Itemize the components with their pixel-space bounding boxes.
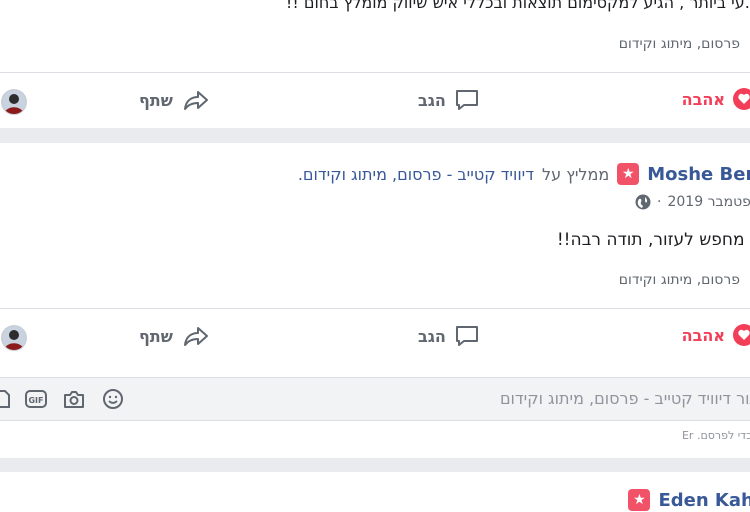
post-body-text: ...עי ביותר , הגיע למקסימום תוצאות ובכלל…	[285, 0, 750, 12]
post-date[interactable]: ספטמבר 2019	[667, 194, 750, 210]
svg-text:GIF: GIF	[28, 396, 43, 405]
post-header: Moshe Berc ★ ממליץ על דיוויד קטייב - פרס…	[298, 163, 750, 185]
comment-icon	[455, 326, 478, 346]
camera-icon[interactable]	[63, 388, 85, 410]
globe-icon	[635, 194, 651, 210]
comment-button[interactable]: הגב	[418, 88, 480, 112]
recommends-text: ממליץ על	[542, 164, 610, 184]
love-button[interactable]: אהבה	[682, 88, 750, 110]
sticker-icon[interactable]	[0, 388, 12, 410]
page-name-link[interactable]: דיוויד קטייב - פרסום, מיתוג וקידום.	[298, 165, 534, 184]
recommend-star-icon: ★	[617, 163, 640, 185]
love-button[interactable]: אהבה	[682, 324, 750, 346]
love-label: אהבה	[681, 325, 725, 345]
composer-hint: כדי לפרסם. Er	[681, 429, 750, 442]
love-label: אהבה	[681, 89, 725, 109]
avatar[interactable]	[1, 325, 27, 351]
post-body-text: ק מחפש לעזור, תודה רבה!!	[556, 230, 750, 250]
post-page-tag[interactable]: פרסום, מיתוג וקידום	[619, 272, 740, 288]
share-label: שתף	[139, 326, 173, 346]
emoji-icon[interactable]	[102, 388, 124, 410]
gif-icon[interactable]: GIF	[25, 388, 47, 410]
share-button[interactable]: שתף	[139, 88, 209, 112]
share-button[interactable]: שתף	[139, 324, 209, 348]
post-meta: ספטמבר 2019 ·	[635, 194, 750, 210]
meta-separator: ·	[657, 194, 662, 210]
post-divider	[0, 308, 750, 309]
post-divider	[0, 72, 750, 73]
share-icon	[183, 91, 208, 110]
author-name[interactable]: Eden Kahi	[658, 490, 750, 511]
share-label: שתף	[139, 90, 173, 110]
post-card-2: Moshe Berc ★ ממליץ על דיוויד קטייב - פרס…	[0, 143, 750, 458]
post-page-tag[interactable]: פרסום, מיתוג וקידום	[619, 36, 740, 52]
share-icon	[183, 327, 208, 346]
avatar[interactable]	[1, 89, 27, 115]
recommend-star-icon: ★	[628, 489, 651, 511]
author-name[interactable]: Moshe Berc	[647, 164, 750, 185]
post-header: Eden Kahi ★	[628, 489, 750, 511]
comment-icon	[455, 90, 478, 110]
user-avatar-icon	[2, 90, 26, 114]
comment-label: הגב	[418, 90, 446, 110]
comment-composer[interactable]: תור דיוויד קטייב - פרסום, מיתוג וקידום G…	[0, 377, 750, 421]
post-card-3: Eden Kahi ★	[0, 472, 750, 512]
comment-input[interactable]: תור דיוויד קטייב - פרסום, מיתוג וקידום	[500, 389, 750, 408]
comment-button[interactable]: הגב	[418, 324, 480, 348]
comment-label: הגב	[418, 326, 446, 346]
user-avatar-icon	[2, 326, 26, 350]
post-card-1: ...עי ביותר , הגיע למקסימום תוצאות ובכלל…	[0, 0, 750, 128]
heart-icon	[733, 324, 750, 346]
heart-icon	[733, 88, 750, 110]
